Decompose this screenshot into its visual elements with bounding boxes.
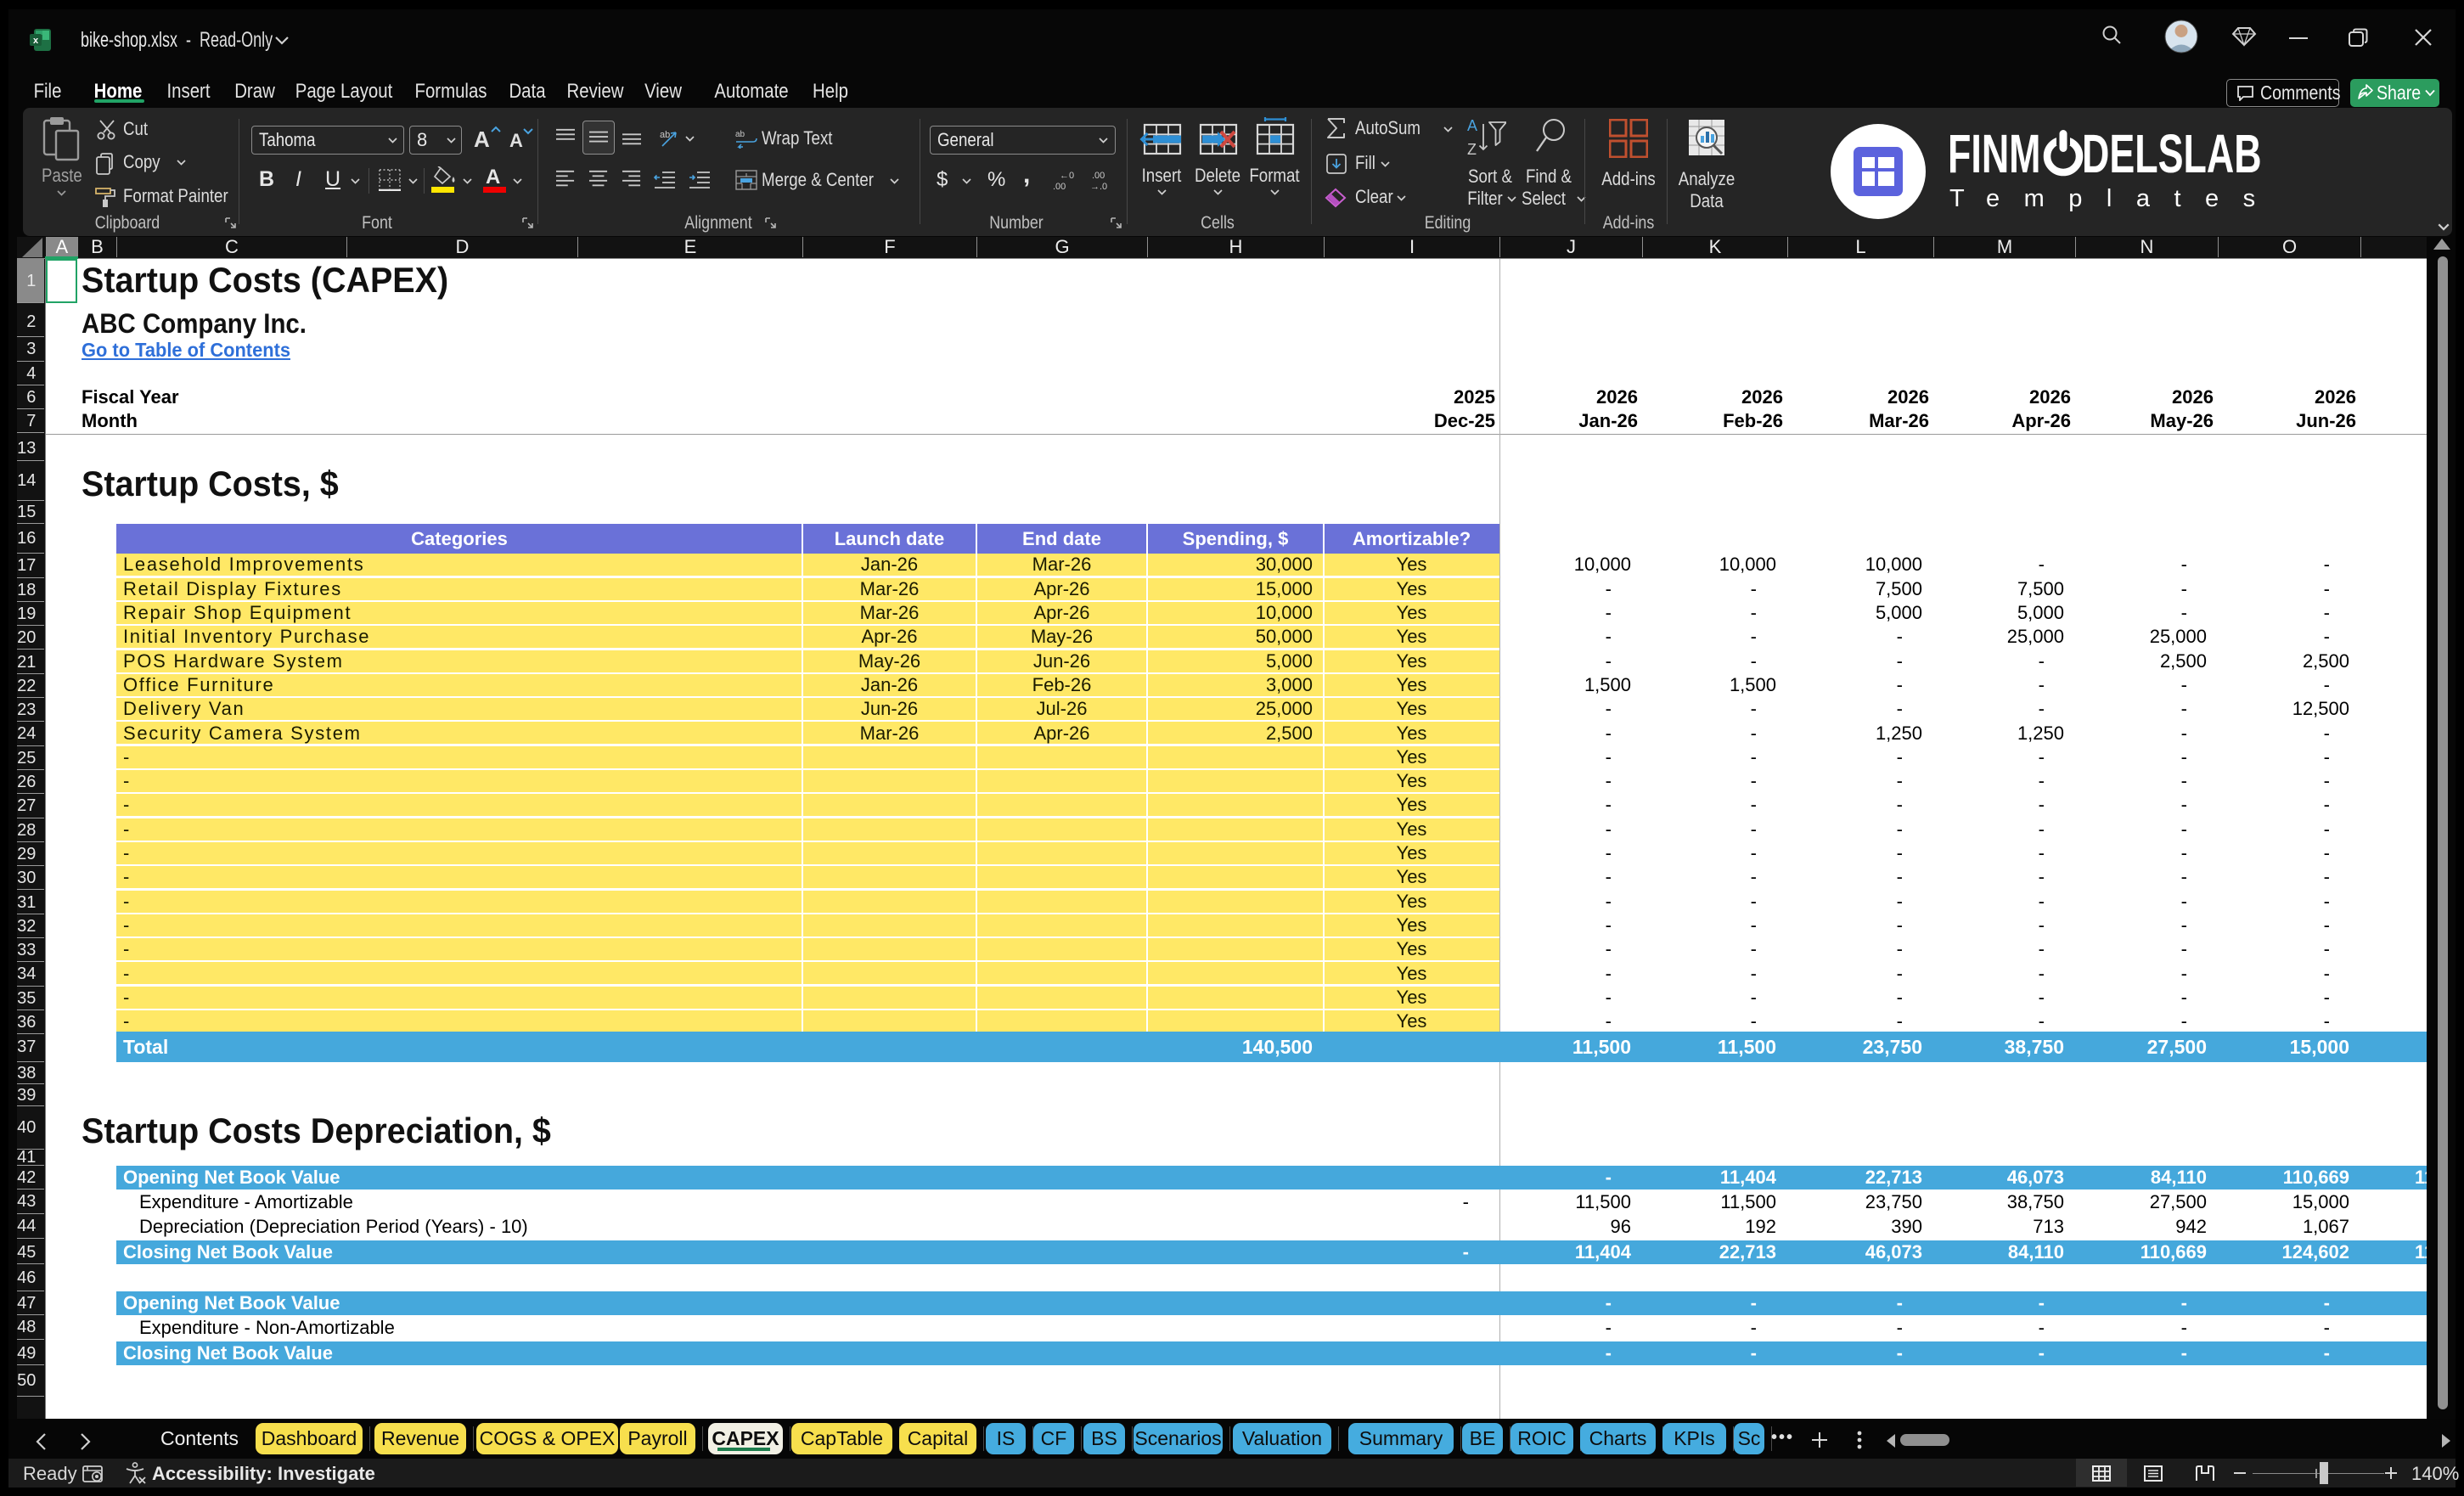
svg-text:Z: Z bbox=[1467, 141, 1477, 158]
svg-text:A: A bbox=[1467, 117, 1477, 134]
svg-text:ab: ab bbox=[735, 130, 745, 139]
svg-text:.00: .00 bbox=[1053, 182, 1066, 191]
svg-text:→.0: →.0 bbox=[1090, 182, 1107, 191]
svg-text:x: x bbox=[33, 36, 39, 46]
svg-text:ab: ab bbox=[660, 130, 670, 140]
svg-text:.00: .00 bbox=[1092, 171, 1105, 181]
svg-text:←0: ←0 bbox=[1060, 171, 1074, 181]
